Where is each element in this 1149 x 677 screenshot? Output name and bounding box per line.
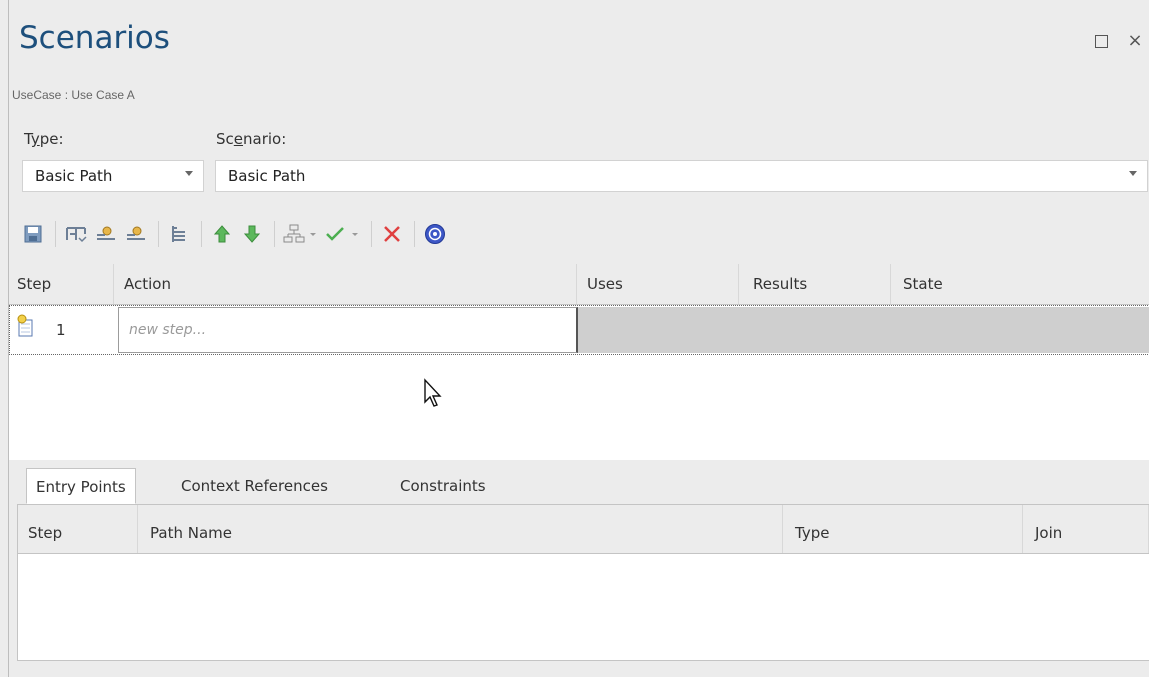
new-step-icon: [16, 314, 34, 338]
save-icon[interactable]: [19, 220, 47, 248]
tab-context-references[interactable]: Context References: [172, 468, 337, 504]
scenario-label: Scenario:: [216, 130, 287, 148]
toolbar-divider: [55, 221, 56, 247]
action-placeholder: new step...: [129, 322, 207, 338]
column-header-uses[interactable]: Uses: [577, 264, 739, 304]
type-select[interactable]: Basic Path: [22, 160, 204, 192]
tab-constraints[interactable]: Constraints: [391, 468, 495, 504]
chevron-down-icon: [1129, 171, 1137, 176]
generate-diagram-icon[interactable]: [281, 220, 321, 248]
maximize-icon[interactable]: [1092, 32, 1110, 50]
tab-entry-points[interactable]: Entry Points: [26, 468, 136, 504]
entry-points-grid: Step Path Name Type Join: [17, 504, 1149, 661]
column-header-join[interactable]: Join: [1023, 505, 1149, 553]
column-header-step[interactable]: Step: [18, 505, 138, 553]
add-actor-icon[interactable]: [92, 220, 120, 248]
column-header-state[interactable]: State: [891, 264, 1149, 304]
column-header-action[interactable]: Action: [114, 264, 577, 304]
chevron-down-icon: [185, 171, 193, 176]
structured-steps-icon[interactable]: [62, 220, 90, 248]
close-icon[interactable]: ×: [1126, 32, 1144, 50]
panel-title: Scenarios: [19, 20, 170, 56]
toolbar-divider: [414, 221, 415, 247]
action-input[interactable]: new step...: [118, 307, 578, 353]
scenario-toolbar: [19, 216, 1149, 252]
column-header-results[interactable]: Results: [739, 264, 891, 304]
entry-points-header: Step Path Name Type Join: [18, 505, 1149, 554]
column-header-type[interactable]: Type: [783, 505, 1023, 553]
type-label: Type:: [24, 130, 64, 148]
table-row[interactable]: 1 new step...: [9, 305, 1149, 355]
scenario-select[interactable]: Basic Path: [215, 160, 1148, 192]
scenario-select-value: Basic Path: [228, 167, 306, 185]
toolbar-divider: [371, 221, 372, 247]
delete-icon[interactable]: [378, 220, 406, 248]
detail-tabs: Entry Points Context References Constrai…: [17, 462, 1149, 505]
help-icon[interactable]: [421, 220, 449, 248]
validate-icon[interactable]: [323, 220, 363, 248]
move-down-icon[interactable]: [238, 220, 266, 248]
add-element-icon[interactable]: [122, 220, 150, 248]
toolbar-divider: [158, 221, 159, 247]
row-selection-fill: [578, 307, 1149, 353]
scenarios-panel: Scenarios × UseCase : Use Case A Type: S…: [8, 0, 1149, 677]
column-header-path-name[interactable]: Path Name: [138, 505, 783, 553]
steps-grid-body: 1 new step...: [9, 305, 1149, 460]
element-subtitle: UseCase : Use Case A: [12, 88, 135, 102]
steps-grid-header: Step Action Uses Results State: [9, 264, 1149, 305]
mouse-cursor-icon: [423, 378, 443, 412]
indent-icon[interactable]: [165, 220, 193, 248]
column-header-step[interactable]: Step: [9, 264, 114, 304]
step-number: 1: [56, 321, 66, 339]
move-up-icon[interactable]: [208, 220, 236, 248]
type-select-value: Basic Path: [35, 167, 113, 185]
toolbar-divider: [201, 221, 202, 247]
window-controls: ×: [1092, 32, 1144, 50]
toolbar-divider: [274, 221, 275, 247]
